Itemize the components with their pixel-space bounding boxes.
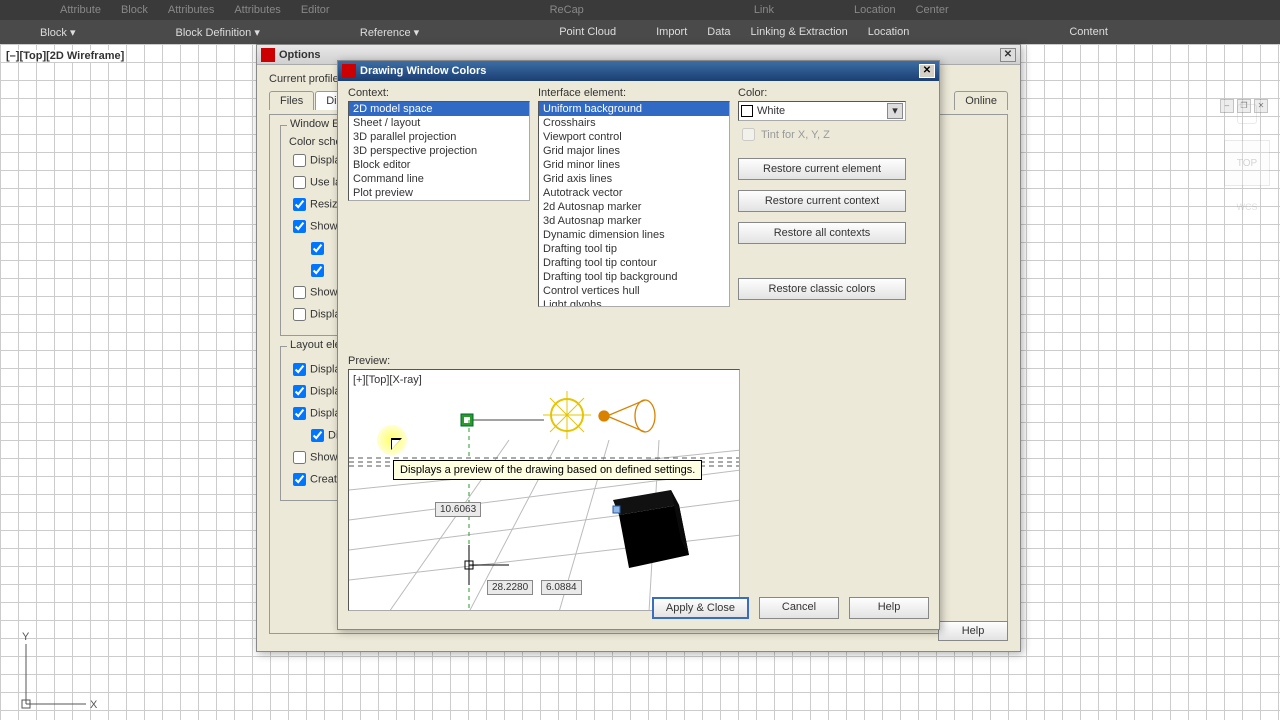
dwc-titlebar[interactable]: Drawing Window Colors ✕ — [338, 61, 939, 81]
interface-element-item[interactable]: Crosshairs — [539, 116, 729, 130]
interface-element-label: Interface element: — [538, 87, 730, 99]
chevron-down-icon[interactable]: ▾ — [887, 103, 903, 119]
restore-classic-colors-button[interactable]: Restore classic colors — [738, 278, 906, 300]
dwc-close-button[interactable]: ✕ — [919, 64, 935, 78]
interface-element-item[interactable]: 3d Autosnap marker — [539, 214, 729, 228]
ribbon-panel-linking[interactable]: Linking & Extraction — [751, 26, 848, 38]
context-label: Context: — [348, 87, 530, 99]
preview-scene — [349, 370, 740, 611]
interface-element-listbox[interactable]: Uniform backgroundCrosshairsViewport con… — [538, 101, 730, 307]
color-swatch — [741, 105, 753, 117]
ribbon: Block ▾ Block Definition ▾ Reference ▾ P… — [0, 20, 1280, 44]
preview-tooltip: Displays a preview of the drawing based … — [393, 460, 702, 480]
color-combobox[interactable]: White ▾ — [738, 101, 906, 121]
viewport-label[interactable]: [–][Top][2D Wireframe] — [6, 50, 124, 62]
interface-element-item[interactable]: Autotrack vector — [539, 186, 729, 200]
view-cube[interactable]: TOP — [1224, 140, 1270, 186]
options-help-button[interactable]: Help — [938, 621, 1008, 641]
ucs-icon: Y X — [20, 630, 100, 710]
cancel-button[interactable]: Cancel — [759, 597, 839, 619]
options-tab-online[interactable]: Online — [954, 91, 1008, 110]
svg-text:X: X — [90, 699, 98, 710]
interface-element-item[interactable]: Drafting tool tip background — [539, 270, 729, 284]
ribbon-panel-content[interactable]: Content — [1069, 26, 1108, 38]
context-item[interactable]: Sheet / layout — [349, 116, 529, 130]
preview-box: [+][Top][X-ray] — [348, 369, 740, 611]
interface-element-item[interactable]: Viewport control — [539, 130, 729, 144]
color-value: White — [757, 105, 785, 117]
options-close-button[interactable]: ✕ — [1000, 48, 1016, 62]
dwc-help-button[interactable]: Help — [849, 597, 929, 619]
preview-label: Preview: — [348, 355, 929, 367]
context-item[interactable]: 3D parallel projection — [349, 130, 529, 144]
interface-element-item[interactable]: Uniform background — [539, 102, 729, 116]
dim-value-b: 28.2280 — [487, 580, 533, 595]
interface-element-item[interactable]: Drafting tool tip contour — [539, 256, 729, 270]
context-item[interactable]: Command line — [349, 172, 529, 186]
interface-element-item[interactable]: Grid axis lines — [539, 172, 729, 186]
ribbon-panel-reference[interactable]: Reference ▾ — [360, 26, 419, 39]
svg-text:Y: Y — [22, 631, 30, 643]
app-icon — [342, 64, 356, 78]
context-listbox[interactable]: 2D model spaceSheet / layout3D parallel … — [348, 101, 530, 201]
dim-value-c: 6.0884 — [541, 580, 582, 595]
interface-element-item[interactable]: Grid major lines — [539, 144, 729, 158]
context-item[interactable]: Plot preview — [349, 186, 529, 200]
context-item[interactable]: 2D model space — [349, 102, 529, 116]
restore-current-element-button[interactable]: Restore current element — [738, 158, 906, 180]
interface-element-item[interactable]: Grid minor lines — [539, 158, 729, 172]
interface-element-item[interactable]: Dynamic dimension lines — [539, 228, 729, 242]
dwc-title: Drawing Window Colors — [360, 65, 486, 77]
restore-current-context-button[interactable]: Restore current context — [738, 190, 906, 212]
ribbon-hints: AttributeBlock AttributesAttributes Edit… — [0, 0, 1280, 20]
interface-element-item[interactable]: Drafting tool tip — [539, 242, 729, 256]
nav-gizmos[interactable]: TOP WCS — [1224, 104, 1270, 212]
ribbon-panel-block[interactable]: Block ▾ — [40, 26, 75, 39]
color-label: Color: — [738, 87, 928, 99]
ribbon-panel-point-cloud[interactable]: Point Cloud — [559, 26, 616, 38]
context-item[interactable]: Block editor — [349, 158, 529, 172]
interface-element-item[interactable]: Control vertices hull — [539, 284, 729, 298]
ribbon-panel-location[interactable]: Location — [868, 26, 910, 38]
tint-xyz-checkbox: Tint for X, Y, Z — [738, 125, 928, 144]
dim-value-a: 10.6063 — [435, 502, 481, 517]
apply-close-button[interactable]: Apply & Close — [652, 597, 749, 619]
context-item[interactable]: 3D perspective projection — [349, 144, 529, 158]
options-title: Options — [279, 49, 321, 61]
drawing-window-colors-dialog: Drawing Window Colors ✕ Context: 2D mode… — [337, 60, 940, 630]
ribbon-panel-data[interactable]: Data — [707, 26, 730, 38]
preview-view-label: [+][Top][X-ray] — [353, 374, 422, 386]
interface-element-item[interactable]: Light glyphs — [539, 298, 729, 307]
app-icon — [261, 48, 275, 62]
options-tab-files[interactable]: Files — [269, 91, 314, 110]
restore-all-contexts-button[interactable]: Restore all contexts — [738, 222, 906, 244]
ribbon-panel-import[interactable]: Import — [656, 26, 687, 38]
ribbon-panel-block-definition[interactable]: Block Definition ▾ — [175, 26, 259, 39]
interface-element-item[interactable]: 2d Autosnap marker — [539, 200, 729, 214]
